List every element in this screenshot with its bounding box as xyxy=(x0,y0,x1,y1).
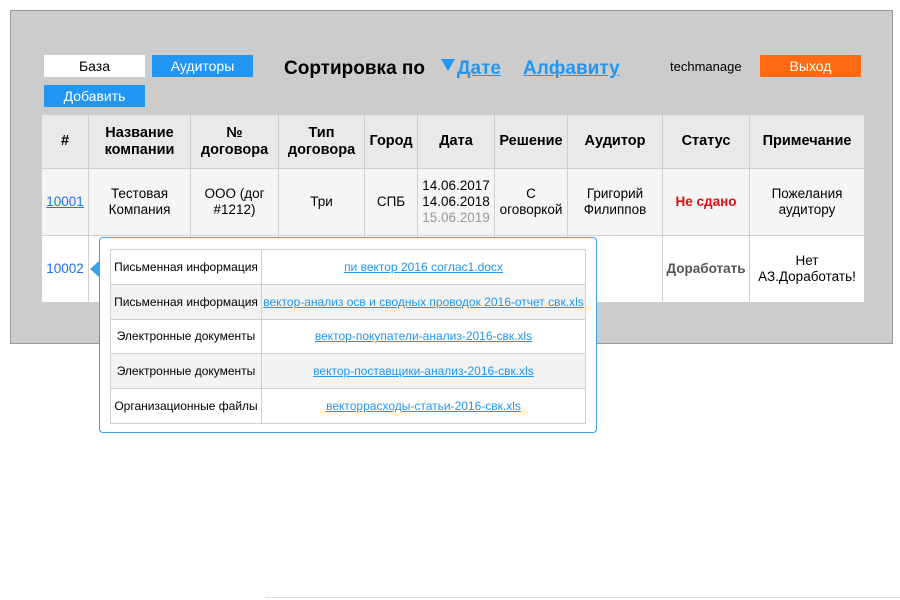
file-row: Электронные документы вектор-поставщики-… xyxy=(110,353,586,390)
status-badge: Не сдано xyxy=(675,194,737,209)
column-header-status: Статус xyxy=(662,114,750,169)
sort-label: Сортировка по xyxy=(284,58,425,79)
file-row: Письменная информация вектор-анализ осв … xyxy=(110,283,586,320)
row-id-cell: 10001 xyxy=(41,168,89,236)
column-header-auditor: Аудитор xyxy=(567,114,663,169)
contract-type-cell: Три xyxy=(278,168,365,236)
note-cell: Нет АЗ.Доработать! xyxy=(749,235,865,303)
date-line-future: 15.06.2019 xyxy=(422,210,490,225)
column-header-note: Примечание xyxy=(749,114,865,169)
file-row: Письменная информация пи вектор 2016 сог… xyxy=(110,249,586,285)
sort-direction-arrow-icon[interactable] xyxy=(441,59,455,71)
file-row: Организационные файлы векторрасходы-стат… xyxy=(110,388,586,424)
file-type-cell: Организационные файлы xyxy=(110,388,262,424)
dates-cell: 14.06.2017 14.06.2018 15.06.2019 xyxy=(417,168,495,236)
company-cell: Тестовая Компания xyxy=(88,168,191,236)
file-row: Электронные документы вектор-покупатели-… xyxy=(110,318,586,355)
auditors-button[interactable]: Аудиторы xyxy=(152,55,253,77)
column-header-contract-type: Тип договора xyxy=(278,114,365,169)
table-header-row: # Название компании № договора Тип догов… xyxy=(41,114,865,169)
username-label: techmanage xyxy=(670,59,742,74)
file-type-cell: Письменная информация xyxy=(110,283,262,320)
files-table: Письменная информация пи вектор 2016 сог… xyxy=(110,249,586,424)
file-type-cell: Электронные документы xyxy=(110,318,262,355)
city-cell: СПБ xyxy=(364,168,418,236)
file-link[interactable]: пи вектор 2016 соглас1.docx xyxy=(261,249,586,285)
row-id-cell: 10002 xyxy=(41,235,89,303)
file-link[interactable]: векторрасходы-статьи-2016-свк.xls xyxy=(261,388,586,424)
auditor-cell: Григорий Филиппов xyxy=(567,168,663,236)
row-id-link[interactable]: 10002 xyxy=(46,261,84,276)
popup-pointer-icon xyxy=(90,261,99,277)
file-type-cell: Письменная информация xyxy=(110,249,262,285)
exit-button[interactable]: Выход xyxy=(760,55,861,77)
date-line: 14.06.2017 xyxy=(422,178,490,193)
divider xyxy=(265,597,900,598)
file-link[interactable]: вектор-покупатели-анализ-2016-свк.xls xyxy=(261,318,586,355)
file-link[interactable]: вектор-анализ осв и сводных проводок 201… xyxy=(261,283,586,320)
status-badge: Доработать xyxy=(666,261,746,276)
row-id-link[interactable]: 10001 xyxy=(46,194,84,209)
table-row: 10001 Тестовая Компания ООО (дог #1212) … xyxy=(41,168,865,236)
base-button[interactable]: База xyxy=(44,55,145,77)
contract-no-cell: ООО (дог #1212) xyxy=(190,168,279,236)
add-button[interactable]: Добавить xyxy=(44,85,145,107)
column-header-contract-no: № договора xyxy=(190,114,279,169)
column-header-number: # xyxy=(41,114,89,169)
column-header-decision: Решение xyxy=(494,114,568,169)
sort-by-date-link[interactable]: Дате xyxy=(457,58,501,80)
column-header-date: Дата xyxy=(417,114,495,169)
column-header-company: Название компании xyxy=(88,114,191,169)
file-link[interactable]: вектор-поставщики-анализ-2016-свк.xls xyxy=(261,353,586,390)
note-cell: Пожелания аудитору xyxy=(749,168,865,236)
file-type-cell: Электронные документы xyxy=(110,353,262,390)
decision-cell: С оговоркой xyxy=(494,168,568,236)
sort-by-alphabet-link[interactable]: Алфавиту xyxy=(523,58,620,80)
date-line: 14.06.2018 xyxy=(422,194,490,209)
status-cell: Доработать xyxy=(662,235,750,303)
app-root: База Аудиторы Добавить Сортировка по Дат… xyxy=(0,0,900,600)
status-cell: Не сдано xyxy=(662,168,750,236)
column-header-city: Город xyxy=(364,114,418,169)
